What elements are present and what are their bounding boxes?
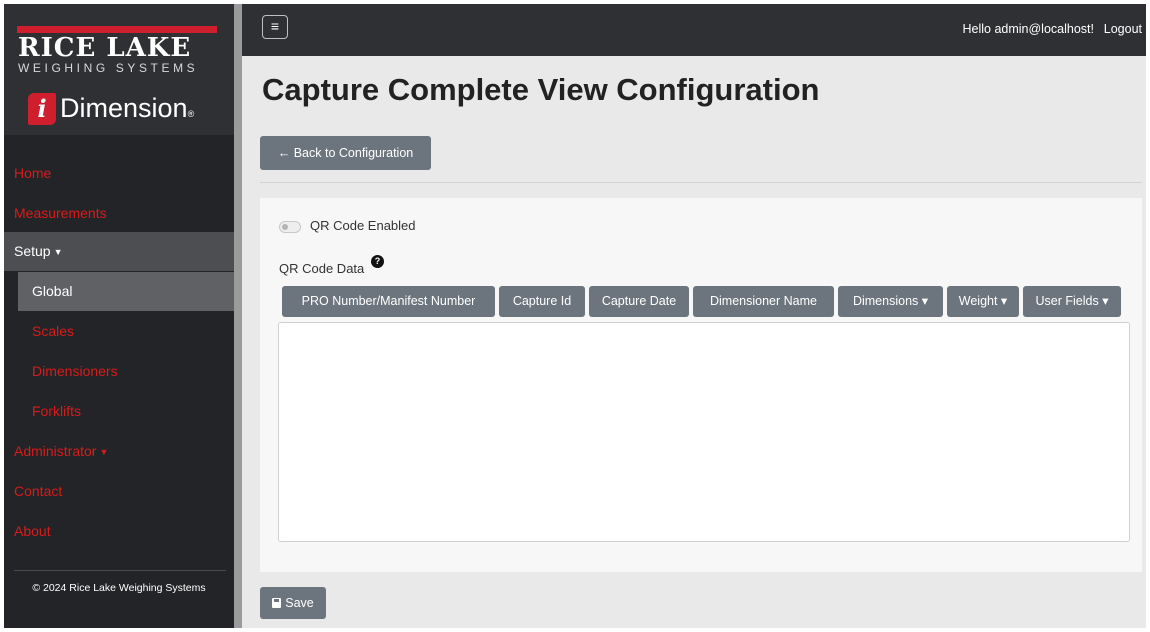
dimensioner-name-button[interactable]: Dimensioner Name (693, 286, 834, 317)
qr-code-enabled-label: QR Code Enabled (310, 218, 416, 233)
menu-toggle-button[interactable]: ≡ (262, 15, 288, 39)
sidebar-item-global[interactable]: Global (18, 272, 234, 311)
sidebar-item-setup[interactable]: Setup ▼ (4, 232, 234, 271)
brand-area: RICE LAKE WEIGHING SYSTEMS i Dimension® (4, 4, 234, 135)
dimension-logo-icon: i (28, 93, 56, 125)
dimensions-dropdown-button[interactable]: Dimensions ▾ (838, 286, 943, 317)
back-to-configuration-button[interactable]: ← Back to Configuration (260, 136, 431, 170)
qr-code-data-label: QR Code Data (279, 261, 365, 276)
floppy-disk-icon (272, 598, 282, 608)
logo-red-bar (17, 26, 217, 33)
sidebar-item-setup-label: Setup (14, 243, 51, 259)
sidebar-divider (14, 570, 226, 571)
sidebar-item-forklifts[interactable]: Forklifts (4, 392, 234, 431)
top-navbar: ≡ Hello admin@localhost! Logout (242, 4, 1146, 56)
sidebar-item-home[interactable]: Home (4, 154, 234, 193)
capture-date-button[interactable]: Capture Date (589, 286, 689, 317)
sidebar-item-scales[interactable]: Scales (4, 312, 234, 351)
qr-code-data-textarea[interactable] (278, 322, 1130, 542)
divider (260, 182, 1142, 183)
qr-code-enabled-toggle[interactable] (279, 221, 301, 233)
capture-id-button[interactable]: Capture Id (499, 286, 585, 317)
product-name: Dimension® (60, 90, 194, 126)
user-greeting[interactable]: Hello admin@localhost! (962, 22, 1094, 36)
pro-number-button[interactable]: PRO Number/Manifest Number (282, 286, 495, 317)
sidebar-item-administrator-label: Administrator (14, 443, 97, 459)
sidebar-edge (234, 4, 242, 628)
sidebar-item-measurements[interactable]: Measurements (4, 194, 234, 233)
caret-down-icon: ▼ (99, 447, 109, 457)
product-name-text: Dimension (60, 93, 188, 123)
user-fields-dropdown-button[interactable]: User Fields ▾ (1023, 286, 1121, 317)
company-logo: RICE LAKE (18, 33, 192, 63)
sidebar-item-contact[interactable]: Contact (4, 472, 234, 511)
sidebar-item-administrator[interactable]: Administrator ▼ (4, 432, 234, 471)
sidebar-item-dimensioners[interactable]: Dimensioners (4, 352, 234, 391)
save-button-label: Save (285, 596, 314, 610)
page-title: Capture Complete View Configuration (262, 72, 820, 107)
trademark: ® (187, 109, 195, 119)
save-button[interactable]: Save (260, 587, 326, 619)
caret-down-icon: ▼ (53, 247, 63, 257)
help-icon[interactable]: ? (371, 255, 384, 268)
logout-link[interactable]: Logout (1104, 22, 1142, 36)
toggle-knob (282, 224, 288, 230)
sidebar-copyright: © 2024 Rice Lake Weighing Systems (32, 582, 206, 594)
weight-dropdown-button[interactable]: Weight ▾ (947, 286, 1019, 317)
company-tagline: WEIGHING SYSTEMS (18, 61, 199, 75)
sidebar-item-about[interactable]: About (4, 512, 234, 551)
sidebar: RICE LAKE WEIGHING SYSTEMS i Dimension® … (4, 4, 234, 628)
